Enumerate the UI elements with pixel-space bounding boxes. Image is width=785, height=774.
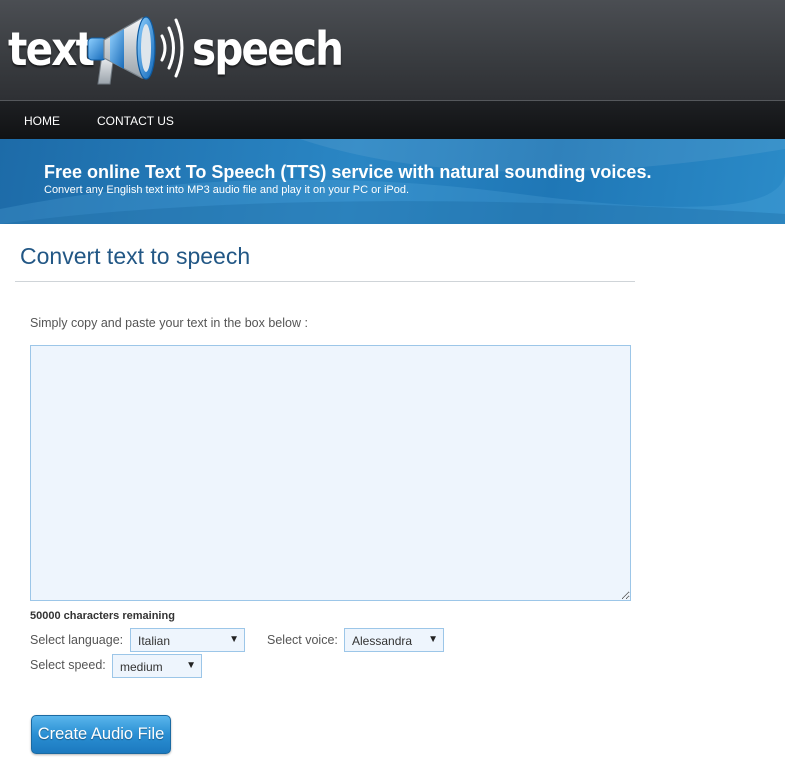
hero-banner: Free online Text To Speech (TTS) service… bbox=[0, 139, 785, 224]
language-select-value: Italian bbox=[138, 634, 171, 648]
title-divider bbox=[15, 281, 635, 282]
voice-select-value: Alessandra bbox=[352, 634, 413, 648]
logo-word-speech: speech bbox=[192, 22, 344, 76]
dropdown-arrow-icon: ▼ bbox=[428, 634, 438, 645]
speed-label: Select speed: bbox=[30, 658, 106, 672]
main-navigation: HOME CONTACT US bbox=[0, 100, 785, 139]
site-header: text speech bbox=[0, 0, 785, 100]
dropdown-arrow-icon: ▼ bbox=[229, 634, 239, 645]
language-label: Select language: bbox=[30, 633, 124, 647]
speed-select[interactable]: medium ▼ bbox=[112, 654, 202, 678]
create-audio-file-button[interactable]: Create Audio File bbox=[31, 715, 171, 754]
characters-remaining: 50000 characters remaining bbox=[30, 610, 175, 622]
text-to-convert-input[interactable] bbox=[30, 345, 631, 601]
nav-item-home[interactable]: HOME bbox=[24, 114, 60, 128]
nav-item-contact-us[interactable]: CONTACT US bbox=[97, 114, 174, 128]
speed-select-value: medium bbox=[120, 660, 163, 674]
page-title: Convert text to speech bbox=[20, 243, 251, 269]
banner-title: Free online Text To Speech (TTS) service… bbox=[44, 162, 652, 182]
dropdown-arrow-icon: ▼ bbox=[186, 660, 196, 671]
language-select[interactable]: Italian ▼ bbox=[130, 628, 245, 652]
site-logo[interactable]: text speech bbox=[6, 8, 344, 88]
voice-label: Select voice: bbox=[267, 633, 338, 647]
voice-select[interactable]: Alessandra ▼ bbox=[344, 628, 444, 652]
instructions-text: Simply copy and paste your text in the b… bbox=[30, 316, 308, 330]
banner-subtitle: Convert any English text into MP3 audio … bbox=[44, 184, 410, 196]
megaphone-icon bbox=[87, 16, 184, 85]
